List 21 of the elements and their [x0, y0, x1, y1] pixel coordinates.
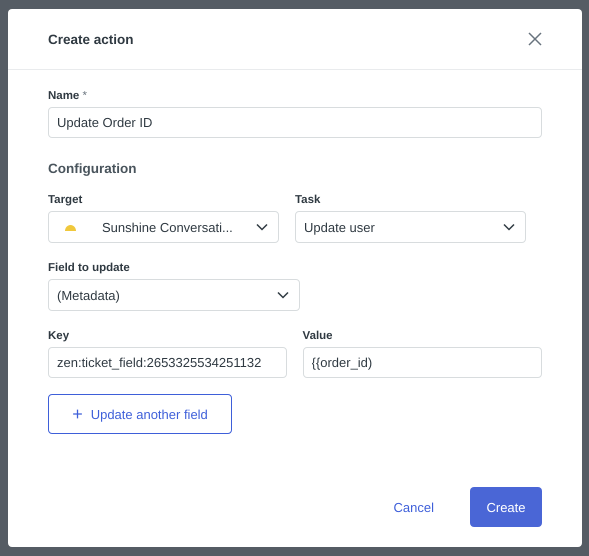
field-label: Task [295, 194, 322, 207]
field-label: Name * [48, 90, 88, 102]
close-icon[interactable] [528, 32, 542, 46]
field-select[interactable]: (Metadata) [48, 279, 300, 311]
target-select[interactable]: Sunshine Conversati... [48, 211, 279, 243]
name-field[interactable]: Update Order ID [48, 107, 542, 138]
task-select[interactable]: Update user [295, 211, 526, 243]
field-label: Target [48, 194, 84, 207]
field-label: Value [302, 330, 334, 343]
chevron-down-icon [256, 223, 268, 231]
dialog-title: Create action [48, 32, 134, 46]
update-another-field-button[interactable]: + Update another field [48, 394, 232, 434]
field-label: Field to update [48, 262, 131, 275]
cancel-button[interactable]: Cancel [374, 500, 454, 514]
chevron-down-icon [503, 223, 515, 231]
field-label: Key [48, 330, 70, 343]
key-field[interactable]: zen:ticket_field:2653325534251132 [48, 347, 287, 378]
chevron-down-icon [277, 291, 289, 299]
value-field[interactable]: {{order_id) [302, 347, 542, 378]
create-button[interactable]: Create [470, 487, 542, 527]
section-title: Configuration [48, 161, 138, 176]
